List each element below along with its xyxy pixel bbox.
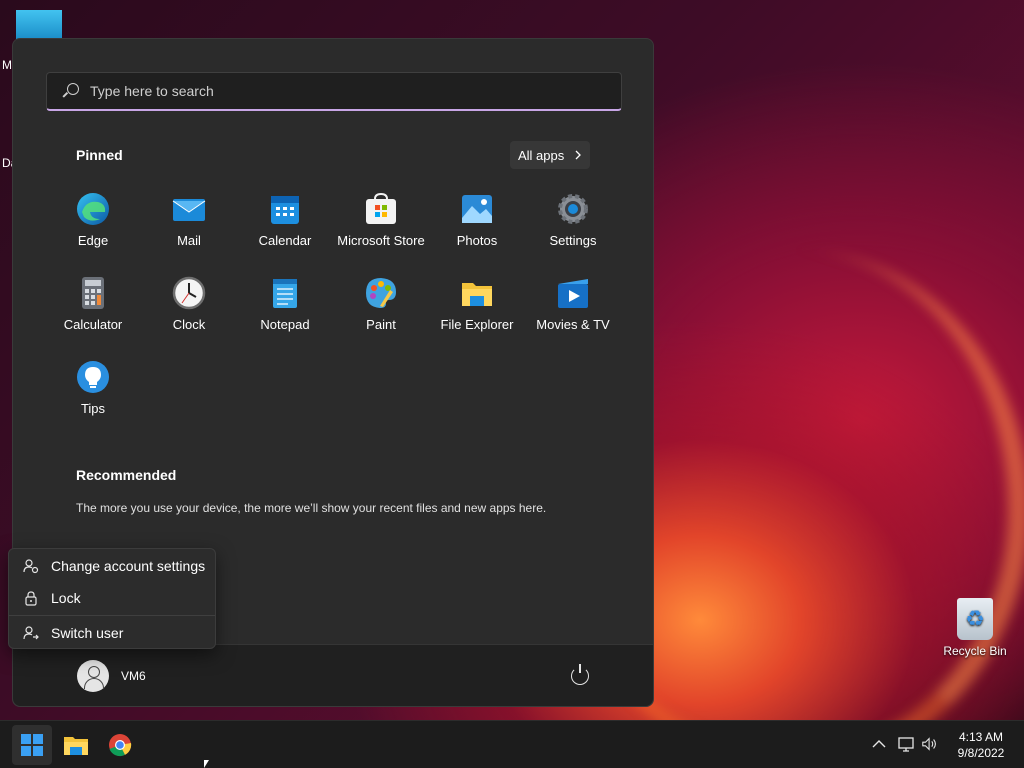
file-explorer-icon	[64, 737, 88, 755]
movies-tv-icon	[556, 276, 590, 310]
pinned-app-microsoft-store[interactable]: Microsoft Store	[333, 185, 429, 255]
pinned-title: Pinned	[76, 147, 123, 163]
search-icon	[63, 83, 79, 99]
chrome-icon	[109, 734, 132, 757]
pinned-app-label: Edge	[77, 233, 109, 248]
pinned-app-label: Settings	[549, 233, 597, 248]
switch-user-icon	[23, 625, 39, 641]
taskbar-chrome[interactable]	[100, 725, 140, 765]
pinned-app-clock[interactable]: Clock	[141, 269, 237, 339]
mouse-cursor-icon	[204, 760, 209, 768]
chevron-up-icon[interactable]	[870, 735, 888, 753]
change-account-settings-item[interactable]: Change account settings	[9, 551, 215, 581]
flyout-divider	[9, 615, 215, 616]
pinned-app-label: Microsoft Store	[337, 233, 425, 248]
notepad-icon	[268, 276, 302, 310]
start-bottom-bar: VM6	[13, 644, 653, 706]
pinned-app-label: Clock	[172, 317, 206, 332]
flyout-item-label: Lock	[51, 590, 81, 606]
all-apps-button[interactable]: All apps	[510, 141, 590, 169]
recycle-bin[interactable]: Recycle Bin	[940, 598, 1010, 658]
flyout-item-label: Switch user	[51, 625, 124, 641]
chevron-right-icon	[575, 150, 582, 160]
pinned-app-movies-tv[interactable]: Movies & TV	[525, 269, 621, 339]
pinned-app-label: Photos	[456, 233, 498, 248]
clock-date: 9/8/2022	[957, 746, 1005, 760]
pinned-app-tips[interactable]: Tips	[45, 353, 141, 423]
pinned-app-file-explorer[interactable]: File Explorer	[429, 269, 525, 339]
lock-icon	[23, 590, 39, 606]
pinned-app-edge[interactable]: Edge	[45, 185, 141, 255]
user-name[interactable]: VM6	[121, 669, 146, 683]
mail-icon	[172, 192, 206, 226]
pinned-app-settings[interactable]: Settings	[525, 185, 621, 255]
taskbar-file-explorer[interactable]	[56, 725, 96, 765]
pinned-app-paint[interactable]: Paint	[333, 269, 429, 339]
account-settings-icon	[23, 558, 39, 574]
taskbar: 4:13 AM 9/8/2022	[0, 720, 1024, 768]
network-icon[interactable]	[897, 735, 915, 753]
start-button[interactable]	[12, 725, 52, 765]
pinned-app-label: Movies & TV	[536, 317, 610, 332]
desktop-label-partial[interactable]: M	[2, 58, 12, 72]
all-apps-label: All apps	[518, 147, 565, 163]
tips-icon	[76, 360, 110, 394]
pinned-app-notepad[interactable]: Notepad	[237, 269, 333, 339]
file-explorer-icon	[460, 276, 494, 310]
windows-logo-icon	[21, 734, 43, 756]
pinned-app-calculator[interactable]: Calculator	[45, 269, 141, 339]
clock-time: 4:13 AM	[958, 730, 1004, 744]
recommended-text: The more you use your device, the more w…	[76, 501, 547, 515]
pinned-app-photos[interactable]: Photos	[429, 185, 525, 255]
pinned-app-calendar[interactable]: Calendar	[237, 185, 333, 255]
desktop-shortcut-icon[interactable]	[16, 10, 62, 40]
recommended-title: Recommended	[76, 467, 177, 483]
recycle-bin-label: Recycle Bin	[943, 644, 1007, 658]
pinned-app-label: Tips	[80, 401, 106, 416]
recycle-bin-icon	[957, 598, 993, 640]
search-input[interactable]	[90, 83, 570, 99]
power-icon[interactable]	[571, 664, 589, 685]
store-icon	[364, 192, 398, 226]
account-flyout: Change account settings Lock Switch user	[8, 548, 216, 649]
flyout-item-label: Change account settings	[51, 558, 206, 574]
user-avatar-icon[interactable]	[77, 660, 109, 692]
pinned-app-label: Calculator	[63, 317, 123, 332]
settings-icon	[556, 192, 590, 226]
paint-icon	[364, 276, 398, 310]
lock-item[interactable]: Lock	[9, 583, 215, 613]
pinned-app-label: Notepad	[260, 317, 310, 332]
search-box[interactable]	[46, 72, 622, 111]
volume-icon[interactable]	[921, 735, 939, 753]
edge-icon	[76, 192, 110, 226]
switch-user-item[interactable]: Switch user	[9, 618, 215, 648]
pinned-app-label: File Explorer	[440, 317, 514, 332]
pinned-app-label: Calendar	[258, 233, 312, 248]
pinned-app-label: Paint	[366, 317, 396, 332]
taskbar-clock[interactable]: 4:13 AM 9/8/2022	[944, 729, 1018, 761]
photos-icon	[460, 192, 494, 226]
clock-icon	[172, 276, 206, 310]
calendar-icon	[268, 192, 302, 226]
pinned-app-mail[interactable]: Mail	[141, 185, 237, 255]
pinned-app-label: Mail	[177, 233, 201, 248]
calculator-icon	[76, 276, 110, 310]
